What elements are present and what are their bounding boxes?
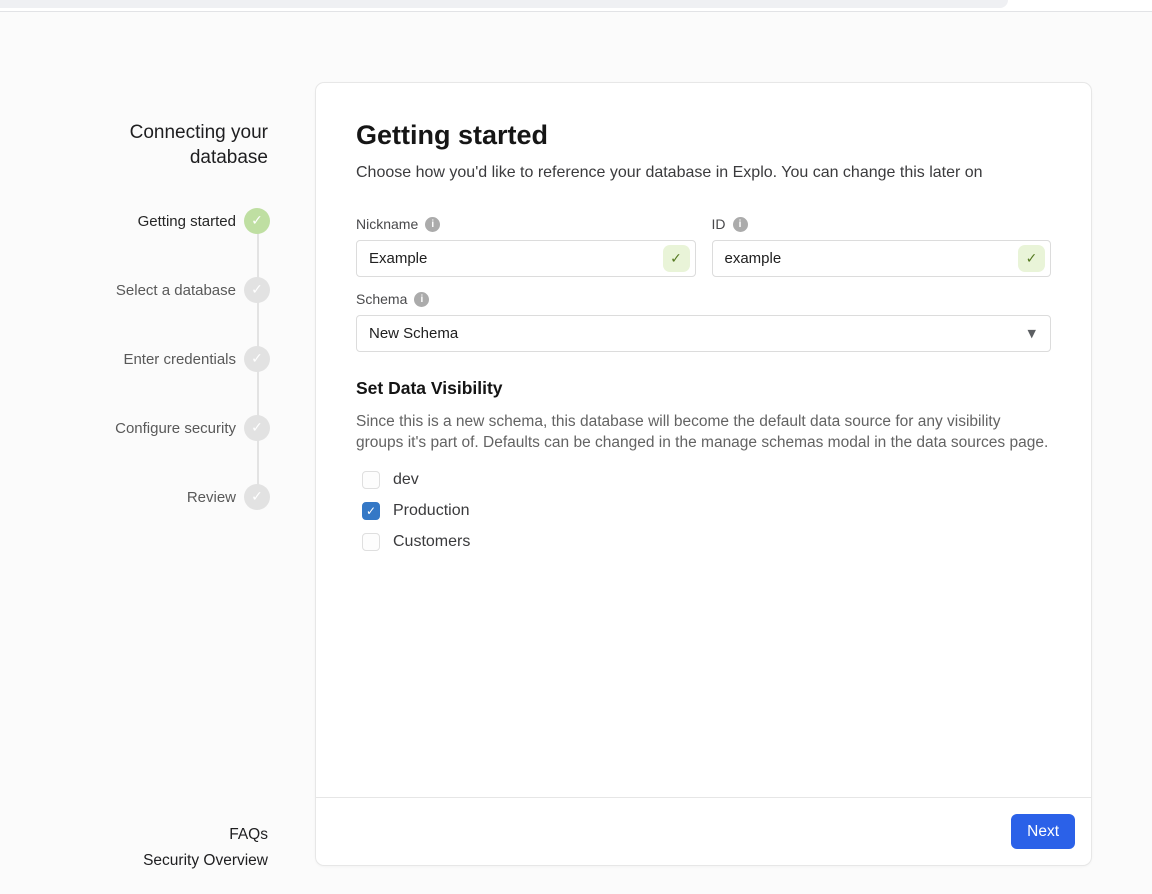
step-configure-security[interactable]: Configure security ✓	[115, 415, 270, 441]
id-value: example	[725, 250, 782, 267]
card-footer: Next	[316, 797, 1091, 865]
sidebar-links: FAQs Security Overview	[143, 822, 268, 874]
schema-label: Schema	[356, 291, 407, 307]
check-icon: ✓	[251, 214, 263, 228]
check-icon: ✓	[251, 490, 263, 504]
step-label: Getting started	[138, 213, 236, 230]
step-enter-credentials[interactable]: Enter credentials ✓	[115, 346, 270, 372]
chevron-down-icon: ▼	[1028, 327, 1036, 340]
nickname-value: Example	[369, 250, 427, 267]
checkbox[interactable]: ✓	[362, 502, 380, 520]
nickname-id-row: Nickname i Example ✓ ID i example ✓	[356, 216, 1051, 277]
visibility-group-customers[interactable]: ✓ Customers	[362, 533, 1051, 551]
info-icon[interactable]: i	[414, 292, 429, 307]
visibility-group-dev[interactable]: ✓ dev	[362, 471, 1051, 489]
data-visibility-description: Since this is a new schema, this databas…	[356, 411, 1051, 453]
wizard-title: Connecting your database	[88, 120, 268, 170]
getting-started-card: Getting started Choose how you'd like to…	[315, 82, 1092, 866]
visibility-group-production[interactable]: ✓ Production	[362, 502, 1051, 520]
step-getting-started[interactable]: Getting started ✓	[115, 208, 270, 234]
step-list: Getting started ✓ Select a database ✓ En…	[115, 208, 270, 553]
visibility-group-list: ✓ dev ✓ Production ✓ Customers	[362, 471, 1051, 551]
nickname-field-group: Nickname i Example ✓	[356, 216, 696, 277]
check-icon: ✓	[1026, 252, 1038, 266]
check-icon: ✓	[670, 252, 682, 266]
data-visibility-heading: Set Data Visibility	[356, 378, 1051, 399]
schema-field-group: Schema i New Schema ▼	[356, 291, 1051, 352]
valid-badge: ✓	[1018, 245, 1045, 272]
browser-top-strip	[0, 0, 1152, 12]
step-label: Enter credentials	[123, 351, 236, 368]
step-status-circle: ✓	[244, 484, 270, 510]
step-label: Review	[187, 489, 236, 506]
checkbox-label: Production	[393, 502, 470, 520]
schema-selected-value: New Schema	[369, 325, 458, 342]
step-select-database[interactable]: Select a database ✓	[115, 277, 270, 303]
page-subtitle: Choose how you'd like to reference your …	[356, 162, 1051, 184]
schema-select[interactable]: New Schema ▼	[356, 315, 1051, 352]
wizard-sidebar: Connecting your database Getting started…	[0, 12, 315, 894]
browser-tabstrip	[0, 0, 1008, 8]
security-overview-link[interactable]: Security Overview	[143, 848, 268, 874]
step-status-circle: ✓	[244, 208, 270, 234]
check-icon: ✓	[251, 421, 263, 435]
check-icon: ✓	[251, 352, 263, 366]
step-review[interactable]: Review ✓	[115, 484, 270, 510]
checkbox-label: Customers	[393, 533, 470, 551]
step-status-circle: ✓	[244, 415, 270, 441]
nickname-label: Nickname	[356, 216, 418, 232]
id-label: ID	[712, 216, 726, 232]
check-icon: ✓	[366, 505, 376, 517]
step-status-circle: ✓	[244, 277, 270, 303]
step-label: Select a database	[116, 282, 236, 299]
page-title: Getting started	[356, 119, 1051, 152]
info-icon[interactable]: i	[733, 217, 748, 232]
info-icon[interactable]: i	[425, 217, 440, 232]
next-button[interactable]: Next	[1011, 814, 1075, 849]
checkbox[interactable]: ✓	[362, 533, 380, 551]
checkbox[interactable]: ✓	[362, 471, 380, 489]
id-input[interactable]: example ✓	[712, 240, 1052, 277]
faqs-link[interactable]: FAQs	[143, 822, 268, 848]
step-status-circle: ✓	[244, 346, 270, 372]
check-icon: ✓	[251, 283, 263, 297]
checkbox-label: dev	[393, 471, 419, 489]
valid-badge: ✓	[663, 245, 690, 272]
nickname-input[interactable]: Example ✓	[356, 240, 696, 277]
step-label: Configure security	[115, 420, 236, 437]
id-field-group: ID i example ✓	[712, 216, 1052, 277]
